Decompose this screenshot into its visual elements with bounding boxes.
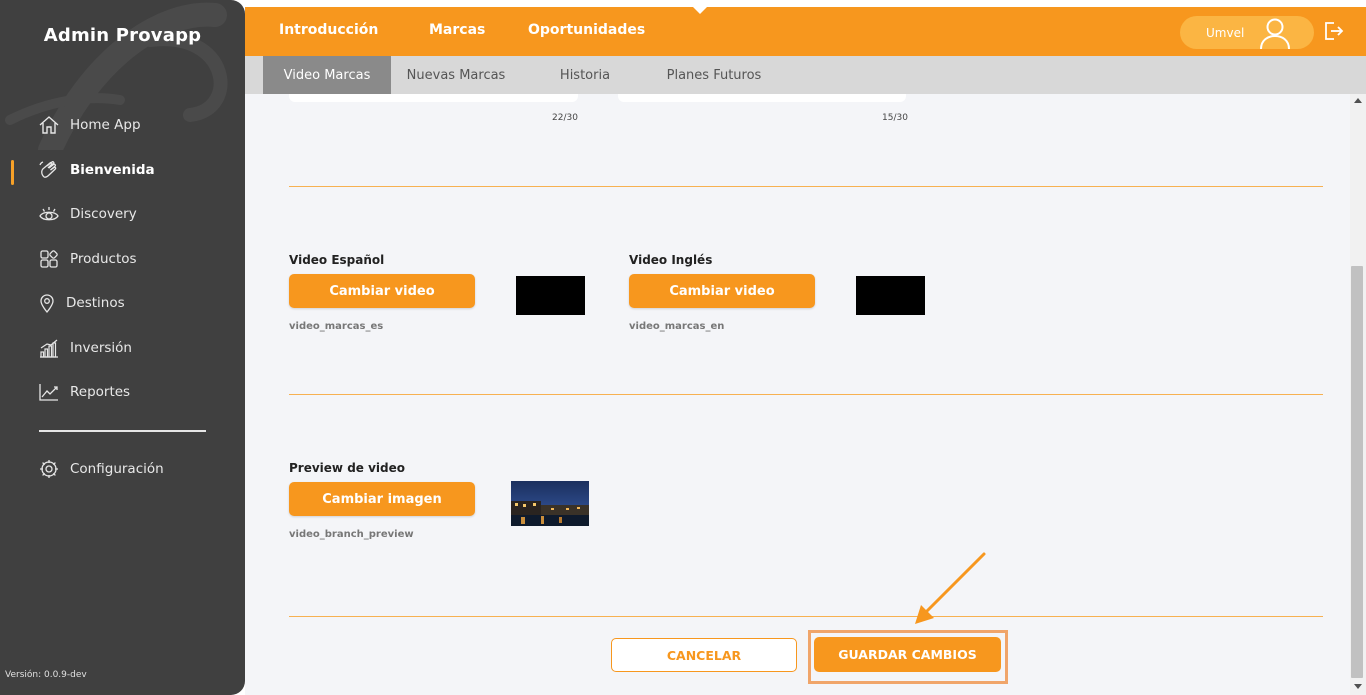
subtab-historia[interactable]: Historia: [535, 56, 635, 94]
user-menu[interactable]: Umvel: [1180, 16, 1314, 49]
section-divider: [289, 394, 1323, 395]
top-navbar: Introducción Marcas Oportunidades Umvel: [245, 7, 1366, 56]
sub-tabs: Video Marcas Nuevas Marcas Historia Plan…: [245, 56, 1366, 94]
video-en-filename: video_marcas_en: [629, 321, 725, 332]
section-divider: [289, 186, 1323, 187]
sidebar: Admin Provapp Home App Bienvenida Discov…: [0, 0, 245, 695]
grid-icon: [38, 248, 60, 270]
section-divider: [289, 616, 1323, 617]
video-en-label: Video Inglés: [629, 253, 713, 267]
sidebar-item-destinos[interactable]: Destinos: [38, 289, 125, 317]
save-changes-button[interactable]: GUARDAR CAMBIOS: [814, 637, 1001, 672]
scroll-down-arrow-icon[interactable]: [1354, 684, 1362, 689]
waving-hand-icon: [38, 159, 60, 181]
sidebar-item-configuracion[interactable]: Configuración: [38, 455, 164, 483]
subtab-planes-futuros[interactable]: Planes Futuros: [655, 56, 773, 94]
scroll-up-arrow-icon[interactable]: [1354, 98, 1362, 103]
char-counter-es: 22/30: [552, 113, 578, 123]
user-name: Umvel: [1206, 26, 1245, 40]
sidebar-divider: [39, 430, 206, 432]
app-window: Admin Provapp Home App Bienvenida Discov…: [0, 0, 1366, 695]
active-nav-indicator: [11, 160, 14, 185]
eye-icon: [38, 203, 60, 225]
char-counter-en: 15/30: [882, 113, 908, 123]
main-content: 22/30 15/30 Video Español Cambiar video …: [245, 94, 1350, 695]
app-title: Admin Provapp: [43, 25, 202, 46]
preview-label: Preview de video: [289, 461, 406, 475]
sidebar-item-inversion[interactable]: Inversión: [38, 334, 132, 362]
sidebar-item-label: Bienvenida: [70, 162, 155, 178]
subtab-video-marcas[interactable]: Video Marcas: [263, 56, 391, 94]
tab-introduccion[interactable]: Introducción: [279, 22, 378, 38]
change-video-es-button[interactable]: Cambiar video: [289, 274, 475, 308]
version-label: Versión: 0.0.9-dev: [5, 670, 87, 680]
vertical-scrollbar[interactable]: [1350, 94, 1366, 695]
text-field-card-en[interactable]: [618, 94, 906, 102]
text-field-card-es[interactable]: [289, 94, 578, 102]
tab-marcas[interactable]: Marcas: [429, 22, 485, 38]
subtab-nuevas-marcas[interactable]: Nuevas Marcas: [395, 56, 517, 94]
bar-chart-icon: [38, 337, 60, 359]
map-pin-icon: [38, 292, 56, 314]
sidebar-item-label: Configuración: [70, 461, 164, 477]
sidebar-item-productos[interactable]: Productos: [38, 245, 137, 273]
sidebar-item-label: Reportes: [70, 384, 131, 400]
sidebar-item-bienvenida[interactable]: Bienvenida: [38, 156, 155, 184]
sidebar-item-discovery[interactable]: Discovery: [38, 200, 137, 228]
line-chart-icon: [38, 381, 60, 403]
change-video-en-button[interactable]: Cambiar video: [629, 274, 815, 308]
video-es-thumbnail: [516, 276, 585, 315]
sidebar-item-reportes[interactable]: Reportes: [38, 378, 130, 406]
video-es-label: Video Español: [289, 253, 385, 267]
sidebar-item-home-app[interactable]: Home App: [38, 111, 141, 139]
video-es-filename: video_marcas_es: [289, 321, 384, 332]
preview-image-thumbnail: [511, 481, 589, 526]
user-icon: [1260, 18, 1290, 49]
sidebar-item-label: Destinos: [66, 295, 125, 311]
gear-icon: [38, 458, 60, 480]
scroll-thumb[interactable]: [1351, 266, 1363, 678]
home-icon: [38, 114, 60, 136]
cancel-button[interactable]: CANCELAR: [611, 638, 797, 672]
sidebar-item-label: Home App: [70, 117, 141, 133]
tab-oportunidades[interactable]: Oportunidades: [528, 22, 645, 38]
change-image-button[interactable]: Cambiar imagen: [289, 482, 475, 516]
arrow-annotation-icon: [915, 552, 986, 624]
preview-filename: video_branch_preview: [289, 529, 414, 540]
active-tab-caret: [693, 7, 707, 14]
video-en-thumbnail: [856, 276, 925, 315]
logout-icon[interactable]: [1322, 20, 1344, 42]
sidebar-item-label: Productos: [70, 251, 137, 267]
sidebar-item-label: Discovery: [70, 206, 137, 222]
sidebar-item-label: Inversión: [70, 340, 132, 356]
